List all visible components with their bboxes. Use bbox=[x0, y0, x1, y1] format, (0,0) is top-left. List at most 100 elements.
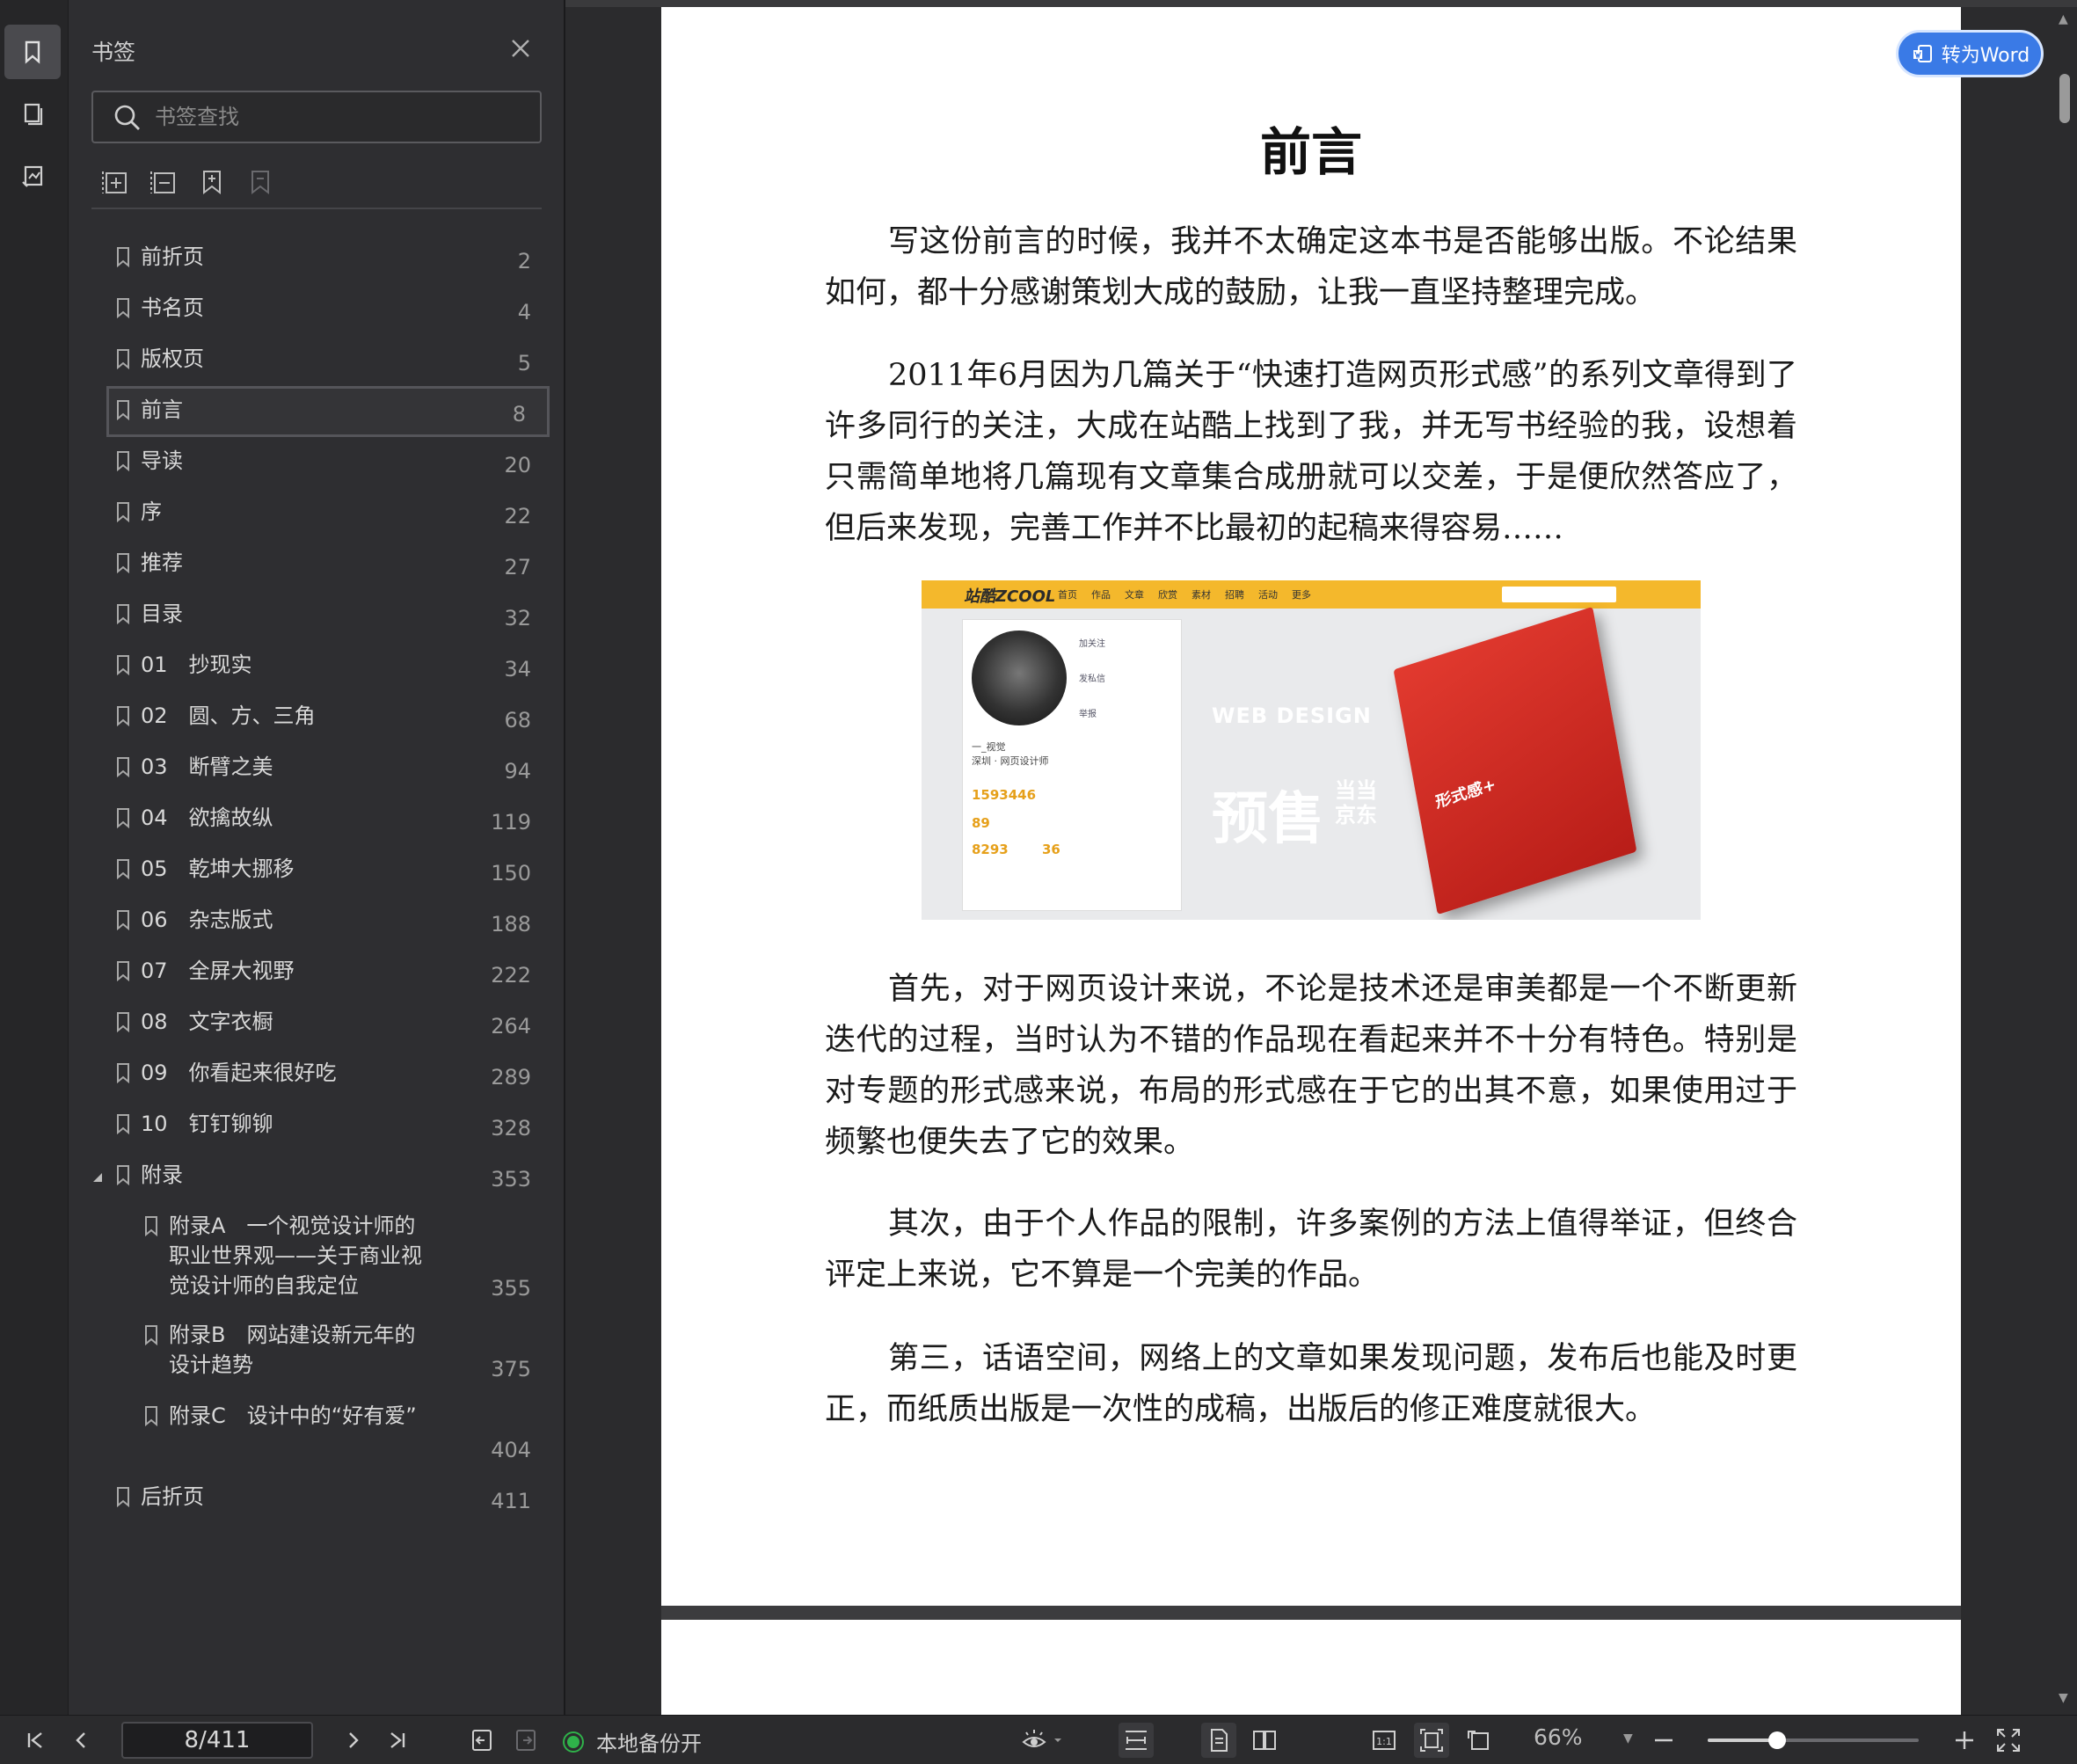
bookmark-icon bbox=[117, 1165, 129, 1185]
single-page-button[interactable] bbox=[1201, 1723, 1236, 1758]
bookmark-item[interactable]: 附录C 设计中的“好有爱” 404 bbox=[109, 1395, 552, 1476]
panel-divider bbox=[91, 208, 542, 209]
bookmark-item[interactable]: 附录B 网站建设新元年的设计趋势 375 bbox=[109, 1314, 552, 1395]
annotation-panel-button[interactable] bbox=[4, 149, 61, 204]
bookmark-label: 附录A 一个视觉设计师的职业世界观——关于商业视觉设计师的自我定位 bbox=[169, 1214, 422, 1298]
figure-presale-text: 预售 bbox=[1212, 787, 1324, 852]
bookmark-panel: 书签 前折页 2 书名页 4 版权页 5 前言 8 导读 20 序 22 推荐 27 目录 32 01 抄现实 3… bbox=[69, 0, 569, 1715]
bookmark-item[interactable]: 05 乾坤大挪移 150 bbox=[109, 848, 552, 899]
document-viewport[interactable]: 前言 写这份前言的时候，我并不太确定这本书是否能够出版。不论结果如何，都十分感谢… bbox=[564, 0, 2077, 1715]
bookmark-page-number: 22 bbox=[504, 504, 531, 528]
page-number-field[interactable]: 8/411 bbox=[121, 1722, 313, 1759]
bookmark-item[interactable]: 03 断臂之美 94 bbox=[109, 746, 552, 797]
bookmark-label: 推荐 bbox=[141, 550, 183, 575]
bookmark-item[interactable]: 07 全屏大视野 222 bbox=[109, 950, 552, 1001]
backup-status-indicator[interactable] bbox=[565, 1733, 582, 1751]
zoom-slider-thumb[interactable] bbox=[1768, 1731, 1787, 1749]
bookmark-item[interactable]: 08 文字衣橱 264 bbox=[109, 1001, 552, 1052]
eye-protection-dropdown[interactable] bbox=[1052, 1726, 1064, 1754]
first-page-button[interactable] bbox=[21, 1726, 49, 1754]
bookmark-item[interactable]: 附录 353 bbox=[93, 1154, 552, 1205]
backup-status-text[interactable]: 本地备份开 bbox=[596, 1726, 702, 1757]
collapse-arrow-icon[interactable] bbox=[91, 1171, 104, 1184]
remove-bookmark-button[interactable] bbox=[245, 167, 277, 199]
bookmark-item[interactable]: 后折页 411 bbox=[109, 1476, 552, 1527]
scroll-up-arrow-icon[interactable]: ▲ bbox=[2059, 12, 2068, 26]
bookmark-label: 版权页 bbox=[141, 346, 204, 371]
bookmark-item[interactable]: 06 杂志版式 188 bbox=[109, 899, 552, 950]
bookmark-item[interactable]: 04 欲擒故纵 119 bbox=[109, 797, 552, 848]
bookmark-page-number: 20 bbox=[504, 453, 531, 477]
actual-size-button[interactable]: 1:1 bbox=[1370, 1726, 1398, 1754]
bookmark-label: 附录B 网站建设新元年的设计趋势 bbox=[169, 1323, 416, 1377]
bookmark-item[interactable]: 目录 32 bbox=[109, 593, 552, 644]
bookmark-icon bbox=[117, 1063, 129, 1083]
collapse-all-button[interactable] bbox=[149, 167, 180, 199]
bookmark-page-number: 222 bbox=[491, 963, 531, 988]
bookmark-item[interactable]: 前折页 2 bbox=[109, 236, 552, 287]
fit-page-button[interactable] bbox=[1414, 1723, 1449, 1758]
next-page-button[interactable] bbox=[339, 1726, 368, 1754]
last-page-button[interactable] bbox=[383, 1726, 412, 1754]
two-page-button[interactable] bbox=[1250, 1726, 1279, 1754]
bookmark-page-number: 355 bbox=[491, 1276, 531, 1301]
back-view-button[interactable] bbox=[468, 1726, 496, 1754]
chevron-down-icon[interactable]: ▼ bbox=[1623, 1731, 1633, 1746]
thumbnail-panel-button[interactable] bbox=[4, 86, 61, 141]
word-convert-icon bbox=[1913, 45, 1932, 62]
figure-nav-item: 素材 bbox=[1192, 589, 1211, 601]
convert-to-word-button[interactable]: 转为Word bbox=[1896, 30, 2044, 77]
eye-protection-icon bbox=[1022, 1730, 1046, 1747]
bookmark-item[interactable]: 02 圆、方、三角 68 bbox=[109, 695, 552, 746]
bookmark-page-number: 411 bbox=[491, 1489, 531, 1513]
bookmark-search-input[interactable] bbox=[155, 99, 524, 135]
zoom-slider[interactable] bbox=[1708, 1731, 1919, 1749]
scroll-down-arrow-icon[interactable]: ▼ bbox=[2059, 1691, 2068, 1705]
close-panel-button[interactable] bbox=[506, 33, 536, 63]
svg-text:1:1: 1:1 bbox=[1376, 1736, 1392, 1747]
bookmark-item[interactable]: 推荐 27 bbox=[109, 542, 552, 593]
zoom-level-dropdown[interactable]: 66% bbox=[1534, 1724, 1583, 1750]
bookmark-icon bbox=[117, 247, 129, 267]
bookmark-icon bbox=[117, 1487, 129, 1507]
bookmark-item[interactable]: 书名页 4 bbox=[109, 287, 552, 338]
pages-thumbnail-icon bbox=[24, 103, 43, 126]
figure-user-name: 一_视觉 bbox=[972, 741, 1006, 753]
figure-nav-item: 欣赏 bbox=[1158, 589, 1177, 601]
forward-view-button[interactable] bbox=[512, 1726, 540, 1754]
eye-protection-button[interactable] bbox=[1020, 1726, 1048, 1754]
fit-width-button[interactable] bbox=[1119, 1723, 1154, 1758]
add-bookmark-icon bbox=[203, 171, 221, 195]
next-document-page bbox=[661, 1620, 1961, 1715]
figure-stat: 1593446 bbox=[972, 787, 1037, 803]
figure-book-title: 形式感+ bbox=[1434, 775, 1498, 813]
figure-promo-title: WEB DESIGN bbox=[1212, 703, 1372, 728]
document-scrollbar[interactable]: ▲ ▼ bbox=[2055, 7, 2074, 1715]
figure-side-link: 加关注 bbox=[1079, 639, 1105, 649]
previous-page-button[interactable] bbox=[67, 1726, 95, 1754]
bookmark-page-number: 2 bbox=[517, 249, 531, 273]
bookmark-page-number: 188 bbox=[491, 912, 531, 937]
fullscreen-button[interactable] bbox=[1994, 1726, 2022, 1754]
zoom-out-button[interactable] bbox=[1650, 1726, 1678, 1754]
bookmark-search-box[interactable] bbox=[91, 91, 542, 143]
expand-all-button[interactable] bbox=[100, 167, 132, 199]
bookmark-item[interactable]: 版权页 5 bbox=[109, 338, 552, 389]
bookmark-item[interactable]: 10 钉钉铆铆 328 bbox=[109, 1103, 552, 1154]
figure-nav-item: 活动 bbox=[1258, 589, 1278, 601]
bookmark-item[interactable]: 序 22 bbox=[109, 491, 552, 542]
page-separator bbox=[661, 1606, 1961, 1620]
bookmark-item[interactable]: 前言 8 bbox=[106, 386, 550, 437]
bookmark-item[interactable]: 附录A 一个视觉设计师的职业世界观——关于商业视觉设计师的自我定位 355 bbox=[109, 1205, 552, 1314]
bookmark-item[interactable]: 01 抄现实 34 bbox=[109, 644, 552, 695]
bookmark-icon bbox=[117, 808, 129, 828]
zoom-in-button[interactable] bbox=[1950, 1726, 1979, 1754]
rotate-page-button[interactable] bbox=[1465, 1726, 1493, 1754]
bookmark-panel-button[interactable] bbox=[4, 25, 61, 79]
scrollbar-thumb[interactable] bbox=[2059, 74, 2070, 123]
bookmark-page-number: 150 bbox=[491, 861, 531, 886]
bookmark-label: 01 抄现实 bbox=[141, 652, 252, 677]
bookmark-item[interactable]: 导读 20 bbox=[109, 440, 552, 491]
add-bookmark-button[interactable] bbox=[197, 167, 229, 199]
bookmark-item[interactable]: 09 你看起来很好吃 289 bbox=[109, 1052, 552, 1103]
